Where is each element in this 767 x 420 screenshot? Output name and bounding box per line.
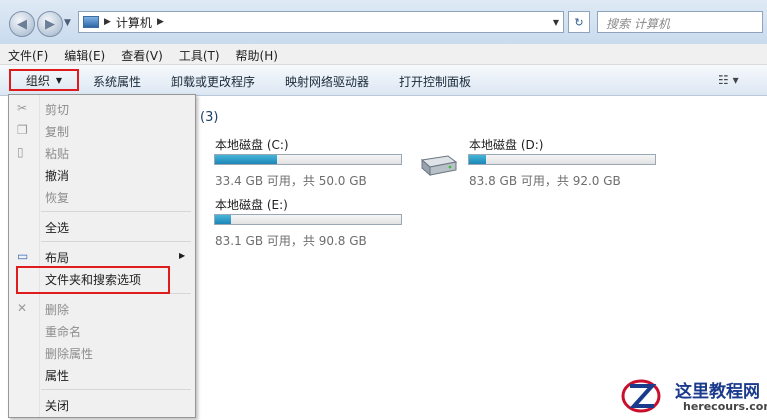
menu-item-redo[interactable]: 恢复	[45, 189, 69, 206]
menu-bar: 文件(F) 编辑(E) 查看(V) 工具(T) 帮助(H)	[0, 44, 767, 65]
paste-icon: ▯	[17, 145, 24, 159]
menu-item-undo[interactable]: 撤消	[45, 167, 69, 184]
drive-c-usage-fill	[215, 155, 277, 164]
menu-file[interactable]: 文件(F)	[0, 44, 56, 64]
breadcrumb-computer[interactable]: 计算机	[116, 14, 152, 31]
drive-e-usage-bar	[214, 214, 402, 225]
hard-disk-icon[interactable]	[418, 150, 458, 178]
map-network-drive-button[interactable]: 映射网络驱动器	[285, 73, 369, 90]
menu-item-cut[interactable]: 剪切	[45, 101, 69, 118]
drive-d-usage-bar	[468, 154, 656, 165]
menu-item-delete[interactable]: 删除	[45, 301, 69, 318]
recent-pages-button[interactable]: ▼	[64, 18, 71, 28]
menu-item-rename[interactable]: 重命名	[45, 323, 81, 340]
folder-options-highlight	[16, 266, 170, 294]
organize-menu: ✂ 剪切 ❐ 复制 ▯ 粘贴 撤消 恢复 全选 ▭ 布局 ▶ 文件夹和搜索选项 …	[8, 94, 196, 418]
menu-item-properties[interactable]: 属性	[45, 367, 69, 384]
chevron-down-icon: ▼	[55, 75, 63, 85]
chevron-down-icon[interactable]: ▼	[553, 18, 559, 27]
drive-e-name[interactable]: 本地磁盘 (E:)	[215, 196, 288, 213]
computer-icon	[83, 16, 99, 28]
arrow-right-icon: ▶	[45, 16, 55, 32]
scissors-icon: ✂	[17, 101, 28, 115]
copy-icon: ❐	[17, 123, 28, 137]
organize-button[interactable]: 组织 ▼	[9, 69, 79, 91]
menu-tools[interactable]: 工具(T)	[171, 44, 228, 64]
watermark-title: 这里教程网	[675, 382, 760, 402]
search-input[interactable]: 搜索 计算机	[597, 11, 763, 33]
menu-view[interactable]: 查看(V)	[113, 44, 171, 64]
breadcrumb-arrow-icon[interactable]: ▶	[104, 17, 111, 27]
menu-item-copy[interactable]: 复制	[45, 123, 69, 140]
layout-icon: ▭	[17, 249, 29, 263]
submenu-arrow-icon: ▶	[179, 251, 186, 260]
menu-item-paste[interactable]: 粘贴	[45, 145, 69, 162]
uninstall-program-button[interactable]: 卸载或更改程序	[171, 73, 255, 90]
command-bar: 组织 ▼ 系统属性 卸载或更改程序 映射网络驱动器 打开控制面板 ☷ ▾	[0, 65, 767, 96]
delete-icon: ✕	[17, 301, 28, 315]
drive-d-name[interactable]: 本地磁盘 (D:)	[469, 136, 543, 153]
menu-item-select-all[interactable]: 全选	[45, 219, 69, 236]
address-bar-region: ◀ ▶ ▼ ▶ 计算机 ▶ ▼ ↻ 搜索 计算机	[0, 0, 767, 45]
drive-c-name[interactable]: 本地磁盘 (C:)	[215, 136, 289, 153]
refresh-icon: ↻	[574, 15, 584, 29]
menu-edit[interactable]: 编辑(E)	[56, 44, 113, 64]
drive-c-info: 33.4 GB 可用，共 50.0 GB	[215, 174, 367, 188]
menu-separator	[41, 211, 191, 212]
drive-d-info: 83.8 GB 可用，共 92.0 GB	[469, 174, 621, 188]
open-control-panel-button[interactable]: 打开控制面板	[399, 73, 471, 90]
watermark-url: herecours.com	[683, 400, 767, 413]
change-view-button[interactable]: ☷ ▾	[718, 73, 739, 87]
menu-separator	[41, 241, 191, 242]
breadcrumb-arrow-icon[interactable]: ▶	[157, 17, 164, 27]
menu-item-layout[interactable]: 布局	[45, 249, 69, 266]
menu-separator	[41, 389, 191, 390]
view-options-icon: ☷ ▾	[718, 73, 739, 87]
back-button[interactable]: ◀	[9, 11, 35, 37]
refresh-button[interactable]: ↻	[568, 11, 590, 33]
arrow-left-icon: ◀	[17, 16, 27, 32]
drive-group-count: (3)	[200, 110, 219, 125]
menu-help[interactable]: 帮助(H)	[228, 44, 286, 64]
drive-d-usage-fill	[469, 155, 486, 164]
address-field[interactable]: ▶ 计算机 ▶ ▼	[78, 11, 564, 33]
menu-item-close[interactable]: 关闭	[45, 397, 69, 414]
drive-e-usage-fill	[215, 215, 231, 224]
forward-button[interactable]: ▶	[37, 11, 63, 37]
drive-c-usage-bar	[214, 154, 402, 165]
organize-label: 组织	[25, 73, 50, 88]
watermark-logo-icon	[621, 379, 661, 413]
menu-item-remove-properties[interactable]: 删除属性	[45, 345, 93, 362]
drive-e-info: 83.1 GB 可用，共 90.8 GB	[215, 234, 367, 248]
system-properties-button[interactable]: 系统属性	[93, 73, 141, 90]
